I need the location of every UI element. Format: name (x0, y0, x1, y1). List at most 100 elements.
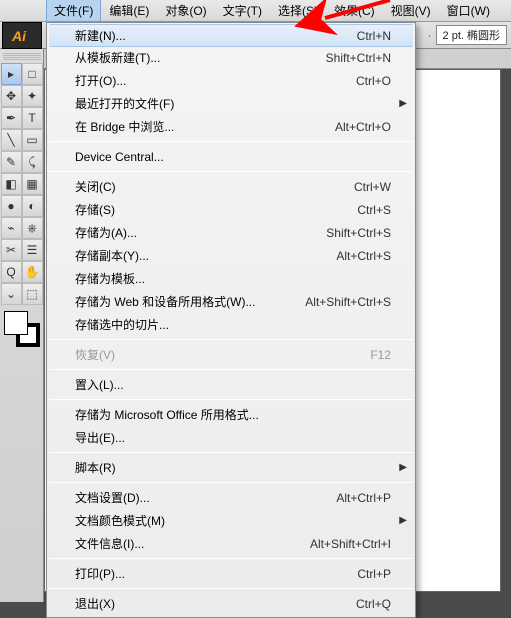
menu-item[interactable]: 文档设置(D)...Alt+Ctrl+P (47, 486, 415, 509)
menu-item-label: 导出(E)... (75, 429, 391, 446)
menu-item-shortcut: Shift+Ctrl+S (326, 226, 391, 240)
menu-separator (49, 141, 413, 142)
menu-separator (49, 482, 413, 483)
tool-button[interactable]: ✎ (1, 151, 22, 173)
menu-item-shortcut: Ctrl+S (357, 203, 391, 217)
menu-item[interactable]: 关闭(C)Ctrl+W (47, 175, 415, 198)
menu-item[interactable]: 打开(O)...Ctrl+O (47, 69, 415, 92)
tool-button[interactable]: ✋ (22, 261, 43, 283)
menu-item[interactable]: 在 Bridge 中浏览...Alt+Ctrl+O (47, 115, 415, 138)
menu-item-shortcut: Alt+Ctrl+S (336, 249, 391, 263)
menu-item-label: 置入(L)... (75, 376, 391, 393)
menu-item-label: 存储(S) (75, 201, 357, 218)
menu-item-label: 存储为(A)... (75, 224, 326, 241)
tool-button[interactable]: ◧ (1, 173, 22, 195)
menu-item-label: 脚本(R) (75, 459, 391, 476)
tool-button[interactable]: ⌄ (1, 283, 22, 305)
menu-item-label: 文件信息(I)... (75, 535, 310, 552)
menu-item-label: 退出(X) (75, 595, 356, 612)
menu-item-shortcut: Ctrl+Q (356, 597, 391, 611)
tool-button[interactable]: ◐ (22, 195, 43, 217)
menubar-object[interactable]: 对象(O) (157, 0, 214, 22)
menu-item-shortcut: Alt+Shift+Ctrl+S (305, 295, 391, 309)
tool-button[interactable]: ✒ (1, 107, 22, 129)
app-logo: Ai (2, 22, 42, 49)
menu-item[interactable]: 置入(L)... (47, 373, 415, 396)
tool-button[interactable]: Q (1, 261, 22, 283)
menubar-select[interactable]: 选择(S) (270, 0, 326, 22)
menubar-type[interactable]: 文字(T) (215, 0, 270, 22)
menu-separator (49, 588, 413, 589)
stroke-profile[interactable]: 2 pt. 椭圆形 (436, 25, 507, 45)
menu-item[interactable]: 文件信息(I)...Alt+Shift+Ctrl+I (47, 532, 415, 555)
tool-button[interactable]: ▸ (1, 63, 22, 85)
menu-item-shortcut: Ctrl+W (354, 180, 391, 194)
menu-item[interactable]: 文档颜色模式(M)▶ (47, 509, 415, 532)
menu-item-label: 存储为 Microsoft Office 所用格式... (75, 406, 391, 423)
menu-item[interactable]: 存储为 Web 和设备所用格式(W)...Alt+Shift+Ctrl+S (47, 290, 415, 313)
menu-item-shortcut: Alt+Ctrl+P (336, 491, 391, 505)
menu-item-shortcut: F12 (370, 348, 391, 362)
menu-item-shortcut: Ctrl+P (357, 567, 391, 581)
menu-item-label: 恢复(V) (75, 346, 370, 363)
menu-item-label: 最近打开的文件(F) (75, 95, 391, 112)
tool-button[interactable]: ⤹ (22, 151, 43, 173)
menu-item[interactable]: 打印(P)...Ctrl+P (47, 562, 415, 585)
menu-item[interactable]: 存储为 Microsoft Office 所用格式... (47, 403, 415, 426)
menu-item[interactable]: 存储为模板... (47, 267, 415, 290)
menu-separator (49, 452, 413, 453)
menu-item[interactable]: 存储(S)Ctrl+S (47, 198, 415, 221)
tool-button[interactable]: ⬚ (22, 283, 43, 305)
menu-separator (49, 369, 413, 370)
tool-button[interactable]: ▦ (22, 173, 43, 195)
tool-button[interactable]: □ (22, 63, 43, 85)
menu-item-shortcut: Ctrl+O (356, 74, 391, 88)
menu-separator (49, 339, 413, 340)
menubar-window[interactable]: 窗口(W) (439, 0, 498, 22)
menu-item[interactable]: 存储副本(Y)...Alt+Ctrl+S (47, 244, 415, 267)
menu-item-label: Device Central... (75, 150, 391, 164)
menu-item-label: 文档颜色模式(M) (75, 512, 391, 529)
menu-item[interactable]: 存储为(A)...Shift+Ctrl+S (47, 221, 415, 244)
file-menu-dropdown: 新建(N)...Ctrl+N从模板新建(T)...Shift+Ctrl+N打开(… (46, 22, 416, 618)
menu-item[interactable]: 脚本(R) ▶ (47, 456, 415, 479)
menu-item-label: 文档设置(D)... (75, 489, 336, 506)
menu-item-label: 存储为模板... (75, 270, 391, 287)
tool-button[interactable]: ☰ (22, 239, 43, 261)
color-swatches[interactable] (4, 311, 40, 347)
menu-item[interactable]: 新建(N)...Ctrl+N (49, 24, 413, 47)
tool-button[interactable]: T (22, 107, 43, 129)
tool-button[interactable]: ✂ (1, 239, 22, 261)
menu-item[interactable]: 从模板新建(T)...Shift+Ctrl+N (47, 46, 415, 69)
menu-item-label: 存储副本(Y)... (75, 247, 336, 264)
menu-item[interactable]: 最近打开的文件(F) ▶ (47, 92, 415, 115)
tool-button[interactable]: ● (1, 195, 22, 217)
menubar-view[interactable]: 视图(V) (383, 0, 439, 22)
chevron-right-icon: ▶ (399, 462, 407, 473)
menubar-effect[interactable]: 效果(C) (326, 0, 383, 22)
tool-button[interactable]: ╲ (1, 129, 22, 151)
tool-button[interactable]: ⌁ (1, 217, 22, 239)
menu-item-label: 存储为 Web 和设备所用格式(W)... (75, 293, 305, 310)
menubar-edit[interactable]: 编辑(E) (101, 0, 157, 22)
fill-swatch[interactable] (4, 311, 28, 335)
svg-text:Ai: Ai (11, 28, 27, 44)
menu-item[interactable]: 退出(X)Ctrl+Q (47, 592, 415, 615)
tool-button[interactable]: ✦ (22, 85, 43, 107)
menu-item-label: 新建(N)... (75, 27, 357, 44)
menu-separator (49, 399, 413, 400)
menu-item[interactable]: 存储选中的切片... (47, 313, 415, 336)
chevron-right-icon: ▶ (399, 98, 407, 109)
menu-item[interactable]: 导出(E)... (47, 426, 415, 449)
toolbox: ▸□✥✦✒T╲▭✎⤹◧▦●◐⌁⎈✂☰Q✋⌄⬚ (0, 49, 44, 602)
tool-button[interactable]: ▭ (22, 129, 43, 151)
menu-item-shortcut: Shift+Ctrl+N (326, 51, 391, 65)
tool-button[interactable]: ⎈ (22, 217, 43, 239)
menu-item-label: 关闭(C) (75, 178, 354, 195)
menu-item-label: 在 Bridge 中浏览... (75, 118, 335, 135)
menubar-file[interactable]: 文件(F) (46, 0, 101, 22)
tool-button[interactable]: ✥ (1, 85, 22, 107)
toolbox-grip[interactable] (3, 53, 41, 61)
menu-item-label: 打印(P)... (75, 565, 357, 582)
menu-item[interactable]: Device Central... (47, 145, 415, 168)
